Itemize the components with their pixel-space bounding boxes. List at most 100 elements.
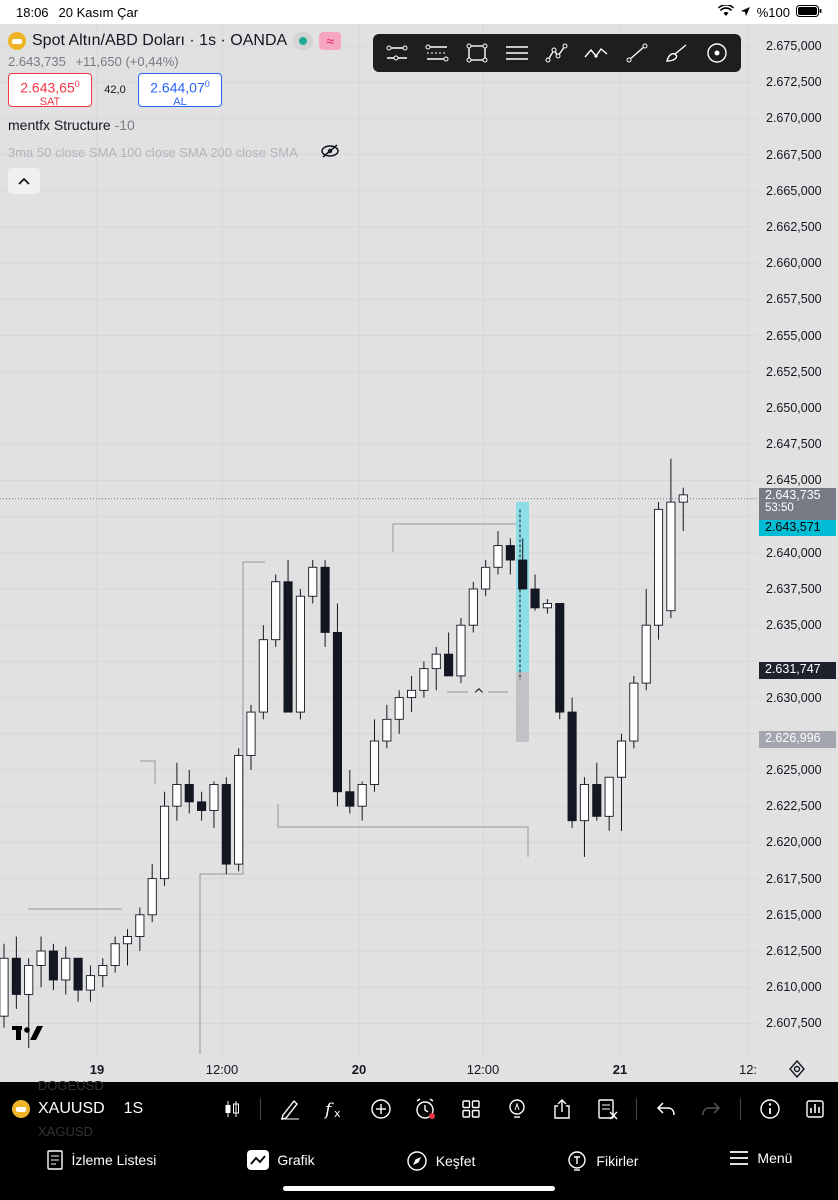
price-axis-label: 2.652,500 — [766, 364, 822, 379]
chart-area[interactable]: ^ Spot Altın/ABD Doları · 1s · OANDA ≈ 2… — [0, 24, 838, 1082]
rectangle-tool[interactable] — [461, 37, 493, 69]
drawing-button[interactable] — [267, 1098, 312, 1120]
candle-body — [579, 784, 589, 822]
ideas-button[interactable] — [494, 1098, 539, 1120]
eye-hidden-icon[interactable] — [320, 143, 340, 162]
data-delay-badge[interactable]: ≈ — [319, 32, 342, 50]
price-axis-label: 2.607,500 — [766, 1016, 822, 1031]
indicators-button[interactable]: fx — [313, 1099, 358, 1119]
candle-body — [221, 784, 231, 865]
brush-tool[interactable] — [661, 37, 693, 69]
candle-body — [48, 950, 58, 981]
nav-menu[interactable]: Menü — [729, 1150, 792, 1166]
info-button[interactable] — [747, 1098, 792, 1120]
indicator-structure-name: mentfx Structure — [8, 117, 111, 133]
range-tool[interactable] — [421, 37, 453, 69]
candle-body — [654, 508, 664, 626]
structure-line — [140, 760, 156, 784]
nav-ideas[interactable]: Fikirler — [566, 1150, 638, 1172]
price-axis-label: 2.670,000 — [766, 111, 822, 126]
price-axis-label: 2.617,500 — [766, 871, 822, 886]
collapse-legend-button[interactable] — [8, 168, 40, 194]
trendline-channel-tool[interactable] — [381, 37, 413, 69]
candle-body — [122, 936, 133, 945]
chart-type-button[interactable] — [209, 1099, 254, 1119]
indicator-structure[interactable]: mentfx Structure -10 — [8, 117, 341, 133]
hide-drawings-tool[interactable] — [701, 37, 733, 69]
share-button[interactable] — [540, 1098, 585, 1120]
alarm-clock-icon — [416, 1098, 436, 1119]
price-axis-label: 2.672,500 — [766, 75, 822, 90]
clear-drawings-button[interactable] — [585, 1098, 630, 1120]
candle-body — [641, 624, 651, 684]
nav-chart[interactable]: Grafik — [247, 1150, 315, 1170]
candle-body — [419, 668, 429, 691]
candle-body — [345, 791, 355, 807]
candle-body — [332, 631, 343, 793]
candle-body — [555, 603, 565, 713]
candle-body — [666, 501, 676, 612]
candle-body — [592, 784, 602, 817]
candle-body — [407, 689, 417, 699]
price-axis-label: 2.660,000 — [766, 256, 822, 271]
rectangle-icon — [466, 43, 488, 63]
cyan-price-tag: 2.643,571 — [759, 520, 836, 536]
sell-button[interactable]: 2.643,650 SAT — [8, 73, 92, 108]
candle-body — [159, 805, 170, 880]
ghost-symbol-above: DOGEUSD — [38, 1078, 104, 1093]
layout-button[interactable] — [449, 1099, 494, 1119]
buy-label: AL — [173, 95, 187, 108]
candles-icon — [225, 1101, 239, 1117]
indicator-sma[interactable]: 3ma 50 close SMA 100 close SMA 200 close… — [8, 143, 341, 162]
candle-body — [24, 965, 34, 995]
nav-watchlist[interactable]: İzleme Listesi — [46, 1150, 156, 1170]
buy-button[interactable]: 2.644,070 AL — [138, 73, 222, 108]
current-price-tag: 2.643,735 53:50 — [759, 488, 836, 520]
undo-button[interactable] — [643, 1100, 688, 1118]
price-axis-label: 2.647,500 — [766, 437, 822, 452]
redo-button[interactable] — [689, 1100, 734, 1118]
structure-line — [277, 804, 529, 857]
horizontal-lines-tool[interactable] — [501, 37, 533, 69]
pattern-tool[interactable] — [541, 37, 573, 69]
candle-body — [616, 740, 627, 778]
nav-explore[interactable]: Keşfet — [406, 1150, 475, 1172]
time-axis[interactable]: 19 12:00 20 12:00 21 12: — [0, 1058, 757, 1082]
status-time: 18:06 — [16, 4, 49, 20]
svg-text:x: x — [334, 1107, 341, 1119]
brush-icon — [666, 44, 687, 62]
price-axis-label: 2.625,000 — [766, 763, 822, 777]
symbol-selector[interactable]: XAUUSD — [0, 1100, 124, 1118]
candle-body — [369, 740, 380, 785]
alert-button[interactable] — [403, 1098, 448, 1120]
data-window-button[interactable] — [793, 1099, 838, 1119]
candle-body — [444, 653, 454, 677]
nav-chart-label: Grafik — [277, 1152, 315, 1168]
interval-selector[interactable]: 1S — [124, 1100, 209, 1118]
tradingview-logo-icon[interactable] — [12, 1024, 44, 1047]
compare-button[interactable] — [358, 1098, 403, 1120]
symbol-title[interactable]: Spot Altın/ABD Doları · 1s · OANDA — [32, 32, 287, 50]
price-axis-label: 2.655,000 — [766, 328, 822, 343]
target-icon — [707, 43, 727, 63]
candle-body — [0, 957, 9, 1017]
price-axis-label: 2.675,000 — [766, 39, 822, 53]
watchlist-icon — [46, 1150, 63, 1170]
candle-body — [73, 957, 83, 991]
price-axis[interactable]: 2.675,000 2.672,500 2.670,000 2.667,500 2.66… — [757, 24, 838, 1064]
buy-price-sup: 0 — [204, 79, 210, 89]
candle-body — [197, 801, 207, 811]
trend-line-tool[interactable] — [621, 37, 653, 69]
gold-logo-icon — [8, 32, 26, 50]
dark-price-tag: 2.631,747 — [759, 662, 836, 679]
market-open-icon — [293, 32, 314, 50]
price-axis-label: 2.645,000 — [766, 473, 822, 488]
candle-body — [36, 950, 46, 966]
time-axis-label: 12: — [738, 1062, 758, 1077]
gray-zone — [516, 672, 529, 742]
chart-settings-icon[interactable] — [788, 1059, 806, 1082]
zigzag-tool[interactable] — [581, 37, 613, 69]
battery-icon — [796, 4, 822, 20]
candle-body — [135, 914, 145, 937]
candle-body — [505, 545, 515, 561]
